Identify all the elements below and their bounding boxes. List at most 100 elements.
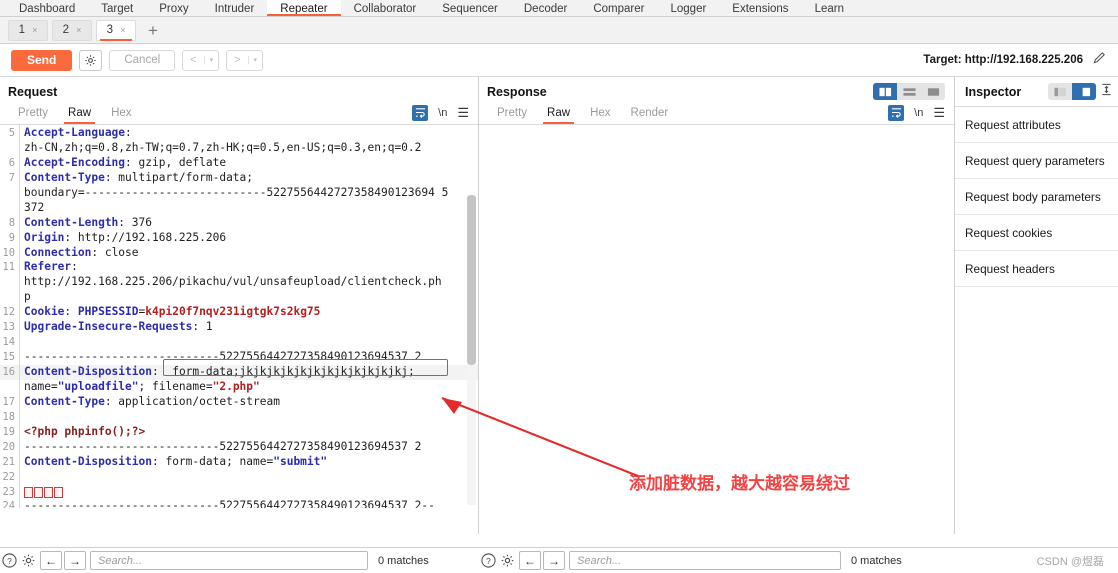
help-icon[interactable]: ? bbox=[479, 553, 498, 568]
main-tab-label: Repeater bbox=[280, 3, 328, 15]
code-line: name="uploadfile"; filename="2.php" bbox=[0, 380, 478, 395]
code-line: 5 Accept-Language: bbox=[0, 126, 478, 141]
line-number: 7 bbox=[8, 171, 15, 184]
single-pane-icon[interactable] bbox=[921, 83, 945, 100]
inspector-section-request-cookies[interactable]: Request cookies bbox=[955, 215, 1118, 251]
inspector-expand-icon[interactable] bbox=[1072, 83, 1096, 100]
line-number: 24 bbox=[2, 500, 15, 508]
line-number: 14 bbox=[2, 336, 15, 349]
inspector-section-request-query-parameters[interactable]: Request query parameters bbox=[955, 143, 1118, 179]
request-view-tab-hex[interactable]: Hex bbox=[101, 101, 141, 124]
previous-request-button[interactable]: < ▾ bbox=[182, 49, 220, 71]
code-segment: : bbox=[125, 126, 132, 139]
code-segment: Referer bbox=[24, 260, 72, 274]
inspector-section-request-body-parameters[interactable]: Request body parameters bbox=[955, 179, 1118, 215]
newline-toggle[interactable]: \n bbox=[438, 107, 447, 119]
line-text: -----------------------------52275564427… bbox=[19, 440, 478, 455]
newline-toggle[interactable]: \n bbox=[914, 107, 923, 119]
prev-arrow-label: < bbox=[190, 54, 197, 66]
word-wrap-icon[interactable] bbox=[412, 104, 429, 121]
hamburger-icon[interactable]: ☰ bbox=[933, 105, 945, 121]
split-horizontal-icon[interactable] bbox=[897, 83, 921, 100]
code-segment: Cookie bbox=[24, 305, 65, 319]
main-tab-intruder[interactable]: Intruder bbox=[202, 0, 268, 16]
inspector-section-request-attributes[interactable]: Request attributes bbox=[955, 107, 1118, 143]
main-tab-dashboard[interactable]: Dashboard bbox=[6, 0, 88, 16]
next-request-button[interactable]: > ▾ bbox=[226, 49, 264, 71]
search-back-button[interactable]: ← bbox=[40, 551, 62, 570]
pencil-icon[interactable] bbox=[1092, 50, 1107, 70]
main-tab-comparer[interactable]: Comparer bbox=[580, 0, 657, 16]
code-line: 20 -----------------------------522755644… bbox=[0, 440, 478, 455]
main-tab-label: Decoder bbox=[523, 3, 568, 15]
repeater-tab-label: 3 bbox=[106, 24, 114, 36]
line-number: 19 bbox=[2, 425, 15, 438]
split-vertical-icon[interactable] bbox=[873, 83, 897, 100]
response-view-tab-hex[interactable]: Hex bbox=[580, 101, 620, 124]
request-search-input[interactable]: Search... bbox=[90, 551, 368, 570]
main-tab-learn[interactable]: Learn bbox=[802, 0, 857, 16]
code-line: 21 Content-Disposition: form-data; name="… bbox=[0, 455, 478, 470]
code-line: 24 -----------------------------522755644… bbox=[0, 499, 478, 508]
main-tab-collaborator[interactable]: Collaborator bbox=[341, 0, 430, 16]
code-segment: <?php phpinfo();?> bbox=[24, 424, 146, 438]
gear-icon[interactable] bbox=[79, 49, 103, 71]
hamburger-icon[interactable]: ☰ bbox=[457, 105, 469, 121]
request-code-area[interactable]: 5 Accept-Language: zh-CN,zh;q=0.8,zh-TW;q=… bbox=[0, 125, 478, 508]
panels-container: Request Pretty Raw Hex \n ☰ 5 Accept-Langua… bbox=[0, 77, 1118, 534]
code-line: p bbox=[0, 290, 478, 305]
send-button[interactable]: Send bbox=[11, 49, 73, 71]
main-tab-extensions[interactable]: Extensions bbox=[719, 0, 801, 16]
word-wrap-icon[interactable] bbox=[888, 104, 905, 121]
response-view-tab-pretty[interactable]: Pretty bbox=[487, 101, 537, 124]
line-number: 15 bbox=[2, 351, 15, 364]
main-tab-sequencer[interactable]: Sequencer bbox=[429, 0, 511, 16]
response-view-tab-raw[interactable]: Raw bbox=[537, 101, 580, 124]
close-icon[interactable]: × bbox=[76, 25, 81, 35]
repeater-tab-3[interactable]: 3 × bbox=[96, 19, 136, 41]
main-tab-logger[interactable]: Logger bbox=[657, 0, 719, 16]
main-tab-repeater[interactable]: Repeater bbox=[267, 0, 341, 16]
search-forward-button[interactable]: → bbox=[543, 551, 565, 570]
burp-suite-window: Dashboard Target Proxy Intruder Repeater Coll… bbox=[0, 0, 1118, 573]
line-number: 16 bbox=[2, 366, 15, 378]
repeater-tab-1[interactable]: 1 × bbox=[8, 19, 48, 41]
add-tab-button[interactable]: + bbox=[140, 22, 166, 39]
inspector-collapse-icon[interactable] bbox=[1048, 83, 1072, 100]
request-view-tab-raw[interactable]: Raw bbox=[58, 101, 101, 124]
code-segment: : bbox=[151, 365, 166, 378]
main-tab-label: Collaborator bbox=[353, 3, 417, 15]
main-tab-bar: Dashboard Target Proxy Intruder Repeater Coll… bbox=[0, 0, 1118, 17]
main-tab-proxy[interactable]: Proxy bbox=[146, 0, 201, 16]
help-icon[interactable]: ? bbox=[0, 553, 19, 568]
response-search-group: ? ← → Search... 0 matches bbox=[479, 548, 955, 573]
line-text: -----------------------------52275564427… bbox=[19, 499, 478, 508]
request-view-tab-pretty[interactable]: Pretty bbox=[8, 101, 58, 124]
response-view-tab-render[interactable]: Render bbox=[621, 101, 679, 124]
gear-icon[interactable] bbox=[19, 553, 38, 568]
search-back-button[interactable]: ← bbox=[519, 551, 541, 570]
vertical-resize-icon[interactable] bbox=[1101, 83, 1112, 101]
line-text: p bbox=[19, 290, 478, 305]
gear-icon[interactable] bbox=[498, 553, 517, 568]
repeater-tab-2[interactable]: 2 × bbox=[52, 19, 92, 41]
response-search-input[interactable]: Search... bbox=[569, 551, 841, 570]
code-segment: : close bbox=[91, 245, 139, 259]
main-tab-decoder[interactable]: Decoder bbox=[511, 0, 580, 16]
status-bar: ? ← → Search... 0 matches ? ← → Search..… bbox=[0, 547, 1118, 573]
code-segment: Content-Type bbox=[24, 170, 105, 184]
line-number bbox=[0, 141, 19, 156]
response-code-area[interactable] bbox=[479, 125, 954, 508]
search-forward-button[interactable]: → bbox=[64, 551, 86, 570]
request-scrollbar[interactable] bbox=[467, 195, 476, 505]
cancel-button[interactable]: Cancel bbox=[109, 49, 176, 71]
inspector-section-request-headers[interactable]: Request headers bbox=[955, 251, 1118, 287]
main-tab-target[interactable]: Target bbox=[88, 0, 146, 16]
line-number: 23 bbox=[2, 485, 15, 498]
close-icon[interactable]: × bbox=[120, 25, 125, 35]
close-icon[interactable]: × bbox=[32, 25, 37, 35]
code-segment: "submit" bbox=[273, 454, 328, 468]
code-line: 15 -----------------------------522755644… bbox=[0, 350, 478, 365]
code-segment: Content-Length bbox=[24, 215, 119, 229]
code-segment: : gzip, deflate bbox=[125, 155, 227, 169]
